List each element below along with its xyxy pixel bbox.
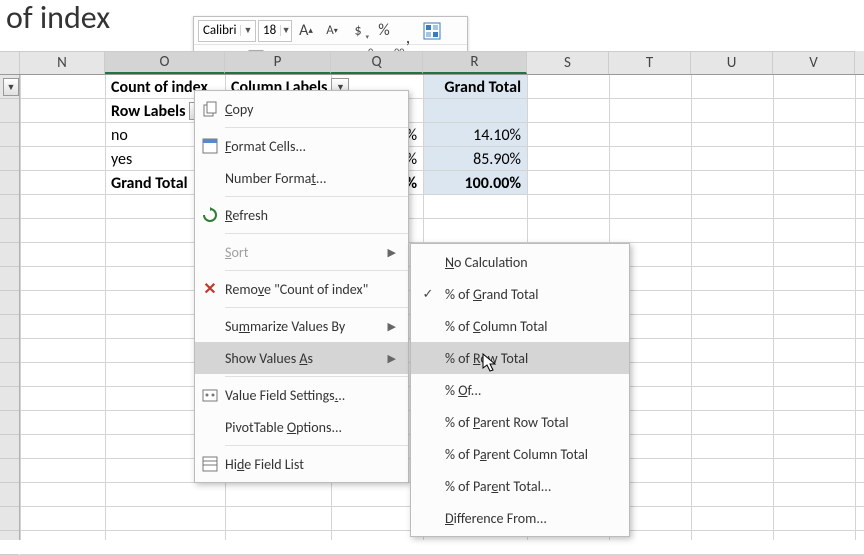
submenu-item[interactable]: No Calculation (411, 246, 629, 278)
column-header[interactable]: S (527, 51, 609, 74)
chevron-right-icon: ▶ (388, 352, 400, 365)
decrease-font-icon[interactable]: A▾ (320, 20, 344, 42)
submenu-label: % Of... (445, 382, 481, 399)
chevron-down-icon: ▼ (240, 25, 254, 36)
page-title-fragment: t of index (0, 0, 110, 37)
font-size: 18 (259, 23, 280, 38)
copy-icon (195, 101, 225, 117)
cell: 100.00% (423, 171, 527, 195)
accounting-format-icon[interactable]: $▾ (346, 20, 370, 42)
chevron-right-icon: ▶ (388, 320, 400, 333)
column-header[interactable]: V (773, 51, 855, 74)
menu-remove-field[interactable]: ✕ Remove "Count of index" (195, 273, 408, 305)
menu-value-field-settings[interactable]: Value Field Settings... (195, 379, 408, 411)
column-header[interactable]: O (105, 51, 225, 74)
font-size-combo[interactable]: 18▼ (258, 20, 292, 42)
show-values-as-submenu: No Calculation ✓% of Grand Total % of Colu… (410, 243, 630, 537)
menu-show-values-as[interactable]: Show Values As ▶ (195, 342, 408, 374)
column-header[interactable]: T (609, 51, 691, 74)
chevron-right-icon: ▶ (388, 246, 400, 259)
column-header[interactable]: N (20, 51, 105, 74)
menu-sort: Sort ▶ (195, 236, 408, 268)
submenu-label: % of Grand Total (445, 286, 538, 303)
column-header[interactable]: R (423, 51, 527, 74)
column-headers: NOPQRSTUV (0, 51, 864, 75)
menu-hide-field-list[interactable]: Hide Field List (195, 448, 408, 480)
menu-pivottable-options[interactable]: PivotTable Options... (195, 411, 408, 443)
remove-icon: ✕ (195, 279, 225, 299)
submenu-item[interactable]: ✓% of Grand Total (411, 278, 629, 310)
filter-dropdown-icon[interactable]: ▼ (3, 78, 19, 96)
submenu-item[interactable]: % Of... (411, 374, 629, 406)
comma-format-icon[interactable]: , (398, 20, 418, 42)
column-header[interactable]: Q (331, 51, 423, 74)
cell: 85.90% (423, 147, 527, 171)
percent-format-icon[interactable]: % (372, 20, 396, 42)
cell: 14.10% (423, 123, 527, 147)
settings-icon (195, 387, 225, 403)
submenu-item[interactable]: % of Parent Column Total (411, 438, 629, 470)
submenu-label: No Calculation (445, 254, 528, 271)
submenu-label: % of Parent Column Total (445, 446, 588, 463)
menu-number-format[interactable]: Number Format... (195, 162, 408, 194)
submenu-item[interactable]: % of Row Total (411, 342, 629, 374)
submenu-label: % of Parent Total... (445, 478, 551, 495)
grand-total-header: Grand Total (423, 75, 527, 99)
font-name: Calibri (199, 23, 240, 38)
check-icon: ✓ (411, 287, 445, 302)
menu-format-cells[interactable]: Format Cells... (195, 130, 408, 162)
submenu-label: % of Row Total (445, 350, 528, 367)
font-combo[interactable]: Calibri▼ (198, 20, 256, 42)
submenu-item[interactable]: % of Parent Total... (411, 470, 629, 502)
submenu-label: % of Column Total (445, 318, 548, 335)
conditional-format-icon[interactable] (420, 20, 444, 42)
menu-refresh[interactable]: Refresh (195, 199, 408, 231)
submenu-item[interactable]: % of Column Total (411, 310, 629, 342)
submenu-item[interactable]: Difference From... (411, 502, 629, 534)
menu-copy[interactable]: Copy (195, 93, 408, 125)
increase-font-icon[interactable]: A▴ (294, 20, 318, 42)
submenu-item[interactable]: % of Parent Row Total (411, 406, 629, 438)
context-menu: Copy Format Cells... Number Format... Re… (194, 90, 409, 483)
menu-summarize-values-by[interactable]: Summarize Values By ▶ (195, 310, 408, 342)
submenu-label: Difference From... (445, 510, 547, 527)
column-header[interactable]: P (225, 51, 331, 74)
field-list-icon (195, 456, 225, 472)
column-header[interactable]: U (691, 51, 773, 74)
format-cells-icon (195, 138, 225, 154)
row-headers (0, 75, 20, 540)
refresh-icon (195, 207, 225, 223)
submenu-label: % of Parent Row Total (445, 414, 569, 431)
chevron-down-icon: ▼ (280, 25, 291, 36)
